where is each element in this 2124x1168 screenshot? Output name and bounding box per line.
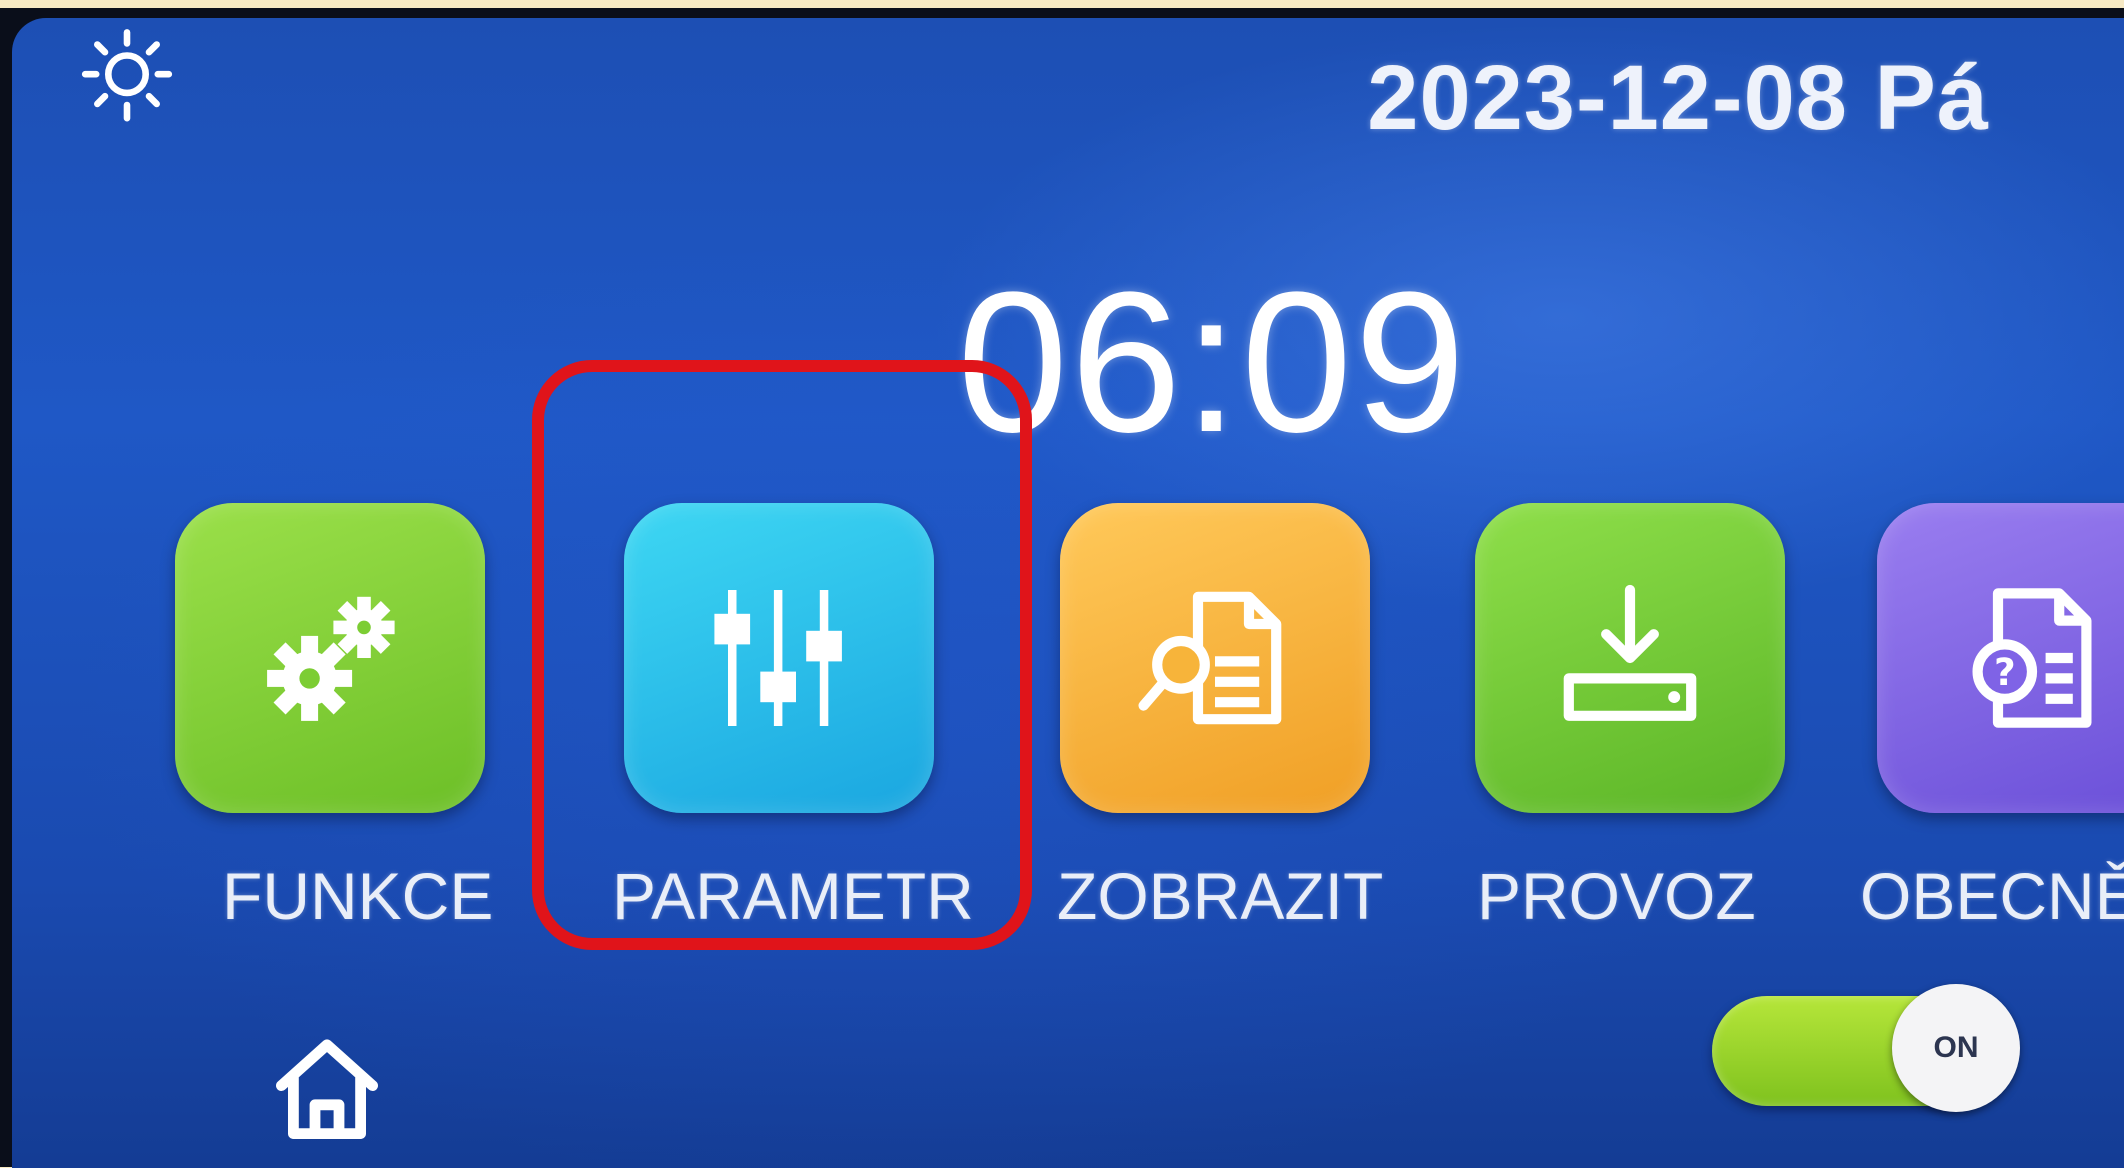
controller-screen: 2023-12-08 Pá 06:09 ? FUNKCE PARAMETR ZO… xyxy=(12,18,2124,1168)
provoz-tile-button[interactable] xyxy=(1475,503,1785,813)
svg-text:?: ? xyxy=(1994,650,2016,694)
date-display: 2023-12-08 Pá xyxy=(1367,47,1989,149)
gears-icon xyxy=(267,596,395,721)
time-display: 06:09 xyxy=(957,251,1468,474)
highlight-annotation xyxy=(532,360,1032,950)
download-tray-icon xyxy=(1563,584,1697,721)
help-doc-icon: ? xyxy=(1972,588,2092,728)
obecne-label: OBECNĚ xyxy=(1860,859,2124,933)
obecne-tile-button[interactable]: ? xyxy=(1877,503,2124,813)
device-bezel: 2023-12-08 Pá 06:09 ? FUNKCE PARAMETR ZO… xyxy=(0,8,2124,1168)
doc-search-icon xyxy=(1138,591,1282,725)
power-toggle[interactable]: ON xyxy=(1712,984,2020,1112)
funkce-tile-button[interactable] xyxy=(175,503,485,813)
home-icon[interactable] xyxy=(267,1028,387,1148)
funkce-label: FUNKCE xyxy=(222,859,494,933)
power-toggle-knob[interactable]: ON xyxy=(1892,984,2020,1112)
zobrazit-tile-button[interactable] xyxy=(1060,503,1370,813)
zobrazit-label: ZOBRAZIT xyxy=(1057,859,1384,933)
sun-icon[interactable] xyxy=(72,28,182,138)
provoz-label: PROVOZ xyxy=(1477,859,1756,933)
